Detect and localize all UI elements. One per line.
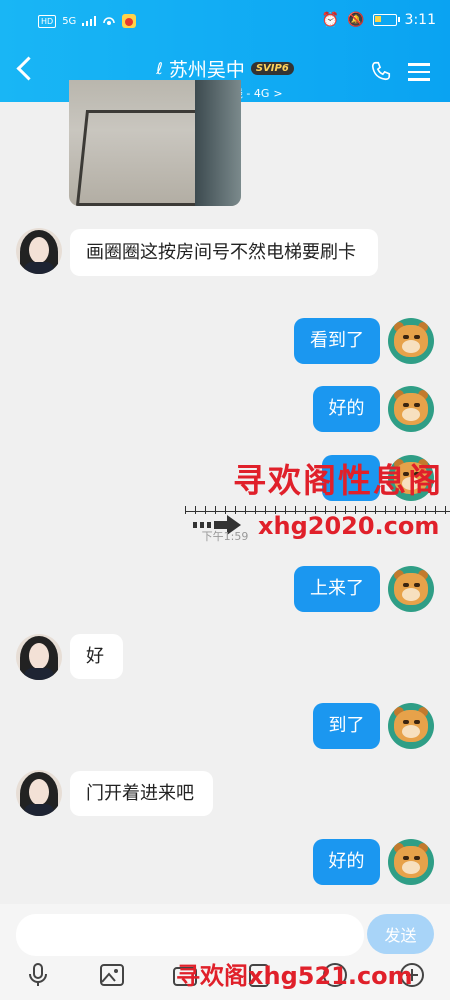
message-bubble-right[interactable]: 看到了 [294, 318, 380, 364]
chat-image[interactable] [69, 80, 241, 206]
alarm-icon: ⏰ [321, 12, 340, 28]
watermark-text: 寻欢阁性息阁 [233, 461, 443, 500]
watermark-url: xhg2020.com [258, 512, 440, 540]
send-button[interactable]: 发送 [367, 914, 434, 954]
message-bubble-right[interactable]: 好的 [313, 386, 380, 432]
microphone-icon[interactable] [25, 962, 51, 988]
status-bar: HD 5G ⏰ 🔕 3:11 [0, 0, 450, 44]
clock-time: 3:11 [404, 12, 436, 28]
my-avatar[interactable] [388, 566, 434, 612]
watermark-bottom: 寻欢阁xhg521.com [176, 962, 413, 990]
contact-avatar[interactable] [16, 634, 62, 680]
my-avatar[interactable] [388, 318, 434, 364]
contact-avatar[interactable] [16, 228, 62, 274]
signal-icon [82, 16, 97, 26]
message-input[interactable] [16, 914, 364, 956]
menu-icon[interactable] [408, 63, 430, 81]
network-badge: 5G [62, 15, 77, 27]
phone-icon[interactable] [370, 60, 392, 82]
hotspot-icon [103, 17, 116, 25]
my-avatar[interactable] [388, 386, 434, 432]
message-bubble-right[interactable]: 到了 [313, 703, 380, 749]
contact-avatar[interactable] [16, 770, 62, 816]
message-bubble-left[interactable]: 门开着进来吧 [70, 771, 213, 816]
message-bubble-right[interactable]: 上来了 [294, 566, 380, 612]
message-bubble-left[interactable]: 好 [70, 634, 123, 679]
chat-title: 苏州吴中 [168, 59, 245, 81]
message-bubble-right[interactable]: 好的 [313, 839, 380, 885]
image-icon[interactable] [99, 962, 125, 988]
mute-icon: 🔕 [347, 12, 365, 28]
hd-badge: HD [38, 14, 57, 28]
weibo-icon [122, 14, 137, 28]
vip-badge: SVIP6 [250, 62, 294, 75]
ear-icon[interactable]: ℓ [156, 59, 163, 78]
chevron-right-icon: > [273, 86, 283, 100]
my-avatar[interactable] [388, 703, 434, 749]
battery-icon [372, 14, 400, 26]
my-avatar[interactable] [388, 839, 434, 885]
message-bubble-left[interactable]: 画圈圈这按房间号不然电梯要刷卡 [70, 229, 378, 276]
